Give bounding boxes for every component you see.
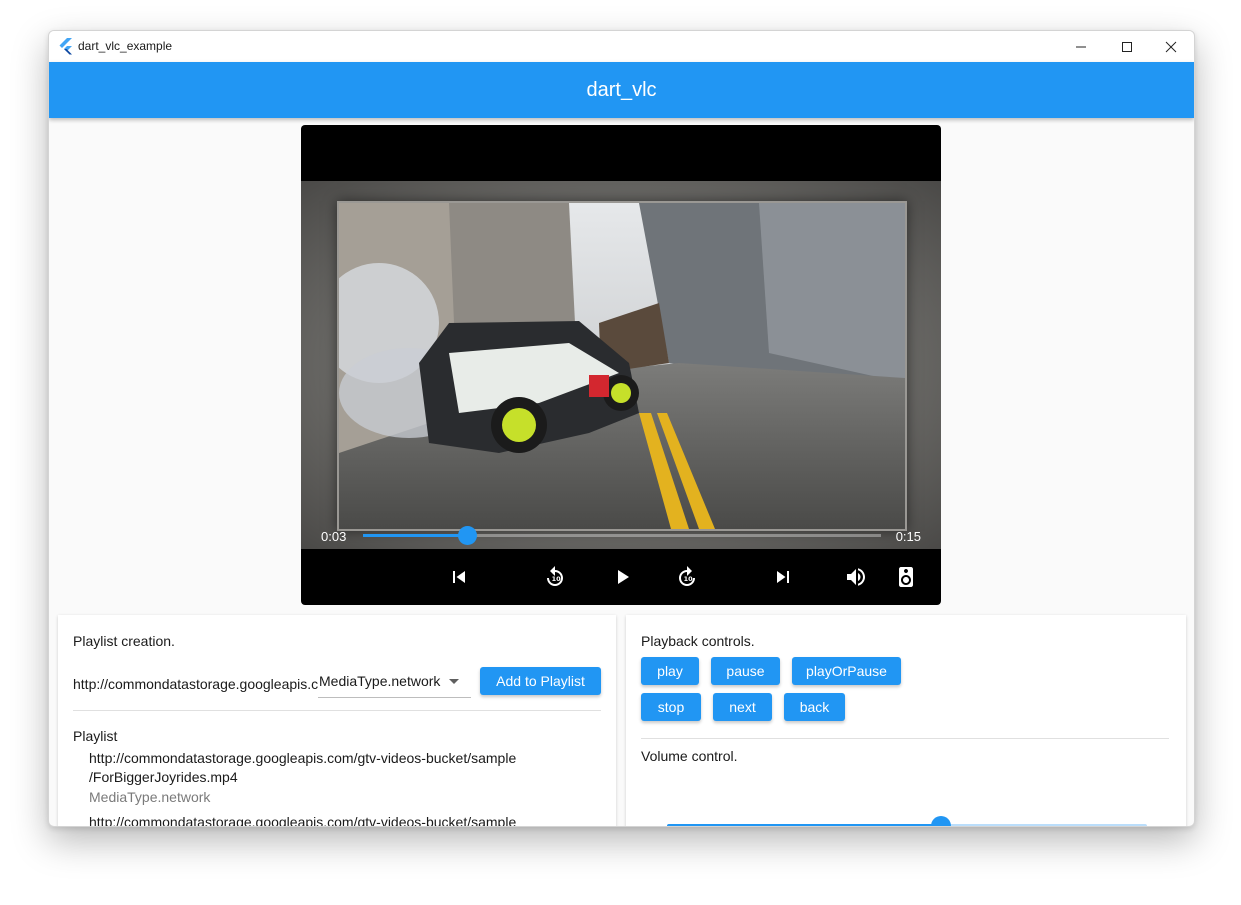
video-player[interactable]: 0:03 0:15 10 10: [301, 125, 941, 605]
speaker-button[interactable]: [890, 561, 922, 593]
replay-10-icon: 10: [547, 566, 563, 586]
play-or-pause-control-button[interactable]: playOrPause: [792, 657, 901, 685]
playlist-label: Playlist: [73, 728, 118, 744]
current-time: 0:03: [321, 529, 347, 544]
media-type-dropdown[interactable]: MediaType.network: [318, 667, 471, 698]
skip-previous-button[interactable]: [443, 561, 475, 593]
maximize-button[interactable]: [1104, 31, 1150, 62]
divider: [641, 738, 1169, 739]
volume-slider[interactable]: [667, 816, 1147, 826]
play-icon: [618, 570, 629, 584]
total-duration: 0:15: [895, 529, 921, 544]
video-frame[interactable]: [301, 181, 941, 549]
svg-text:10: 10: [552, 575, 562, 583]
speaker-icon: [899, 567, 913, 587]
app-window: dart_vlc_example dart_vlc 0:03 0:15 10 1…: [48, 30, 1195, 827]
playlist-item-type: MediaType.network: [89, 789, 211, 805]
playlist-item-url: http://commondatastorage.googleapis.com/…: [89, 814, 517, 827]
video-content: [337, 201, 907, 531]
skip-next-button[interactable]: [767, 561, 799, 593]
seek-bar-progress: [363, 534, 467, 537]
volume-icon: [847, 568, 865, 586]
close-icon: [1165, 41, 1177, 52]
pause-control-button[interactable]: pause: [711, 657, 780, 685]
volume-slider-fill: [667, 824, 941, 826]
replay-10-button[interactable]: 10: [539, 561, 571, 593]
svg-text:10: 10: [684, 575, 694, 583]
minimize-icon: [1076, 46, 1086, 47]
playback-controls-card: Playback controls. play pause playOrPaus…: [626, 615, 1186, 826]
minimize-button[interactable]: [1058, 31, 1104, 62]
seek-bar-thumb[interactable]: [457, 526, 477, 545]
next-control-button[interactable]: next: [713, 693, 772, 721]
close-button[interactable]: [1148, 31, 1194, 62]
back-control-button[interactable]: back: [784, 693, 845, 721]
skip-next-icon: [777, 571, 789, 583]
forward-10-button[interactable]: 10: [671, 561, 703, 593]
forward-10-icon: 10: [679, 566, 695, 586]
skip-previous-icon: [453, 571, 465, 583]
playlist-item-url-continued: /ForBiggerJoyrides.mp4: [89, 769, 238, 785]
stop-control-button[interactable]: stop: [641, 693, 701, 721]
playlist-creation-card: Playlist creation. MediaType.network Add…: [58, 615, 616, 827]
media-type-value: MediaType.network: [319, 673, 441, 689]
playback-controls-label: Playback controls.: [641, 633, 755, 649]
maximize-icon: [1122, 41, 1132, 52]
volume-button[interactable]: [840, 561, 872, 593]
dropdown-arrow-icon: [449, 679, 459, 684]
flutter-logo-icon: [59, 38, 72, 55]
add-to-playlist-button[interactable]: Add to Playlist: [480, 667, 601, 695]
title-bar[interactable]: dart_vlc_example: [49, 31, 1194, 62]
playlist-item-url: http://commondatastorage.googleapis.com/…: [89, 750, 517, 766]
seek-bar[interactable]: [363, 526, 881, 545]
video-frame-image: [339, 203, 905, 529]
media-url-input[interactable]: [73, 672, 318, 696]
app-bar: dart_vlc: [49, 62, 1194, 118]
play-control-button[interactable]: play: [641, 657, 699, 685]
window-title: dart_vlc_example: [78, 39, 173, 53]
volume-slider-thumb[interactable]: [930, 816, 951, 826]
playlist-creation-label: Playlist creation.: [73, 633, 175, 649]
player-controls: 10 10: [301, 549, 941, 605]
volume-control-label: Volume control.: [641, 748, 738, 764]
play-button[interactable]: [606, 561, 638, 593]
divider: [73, 710, 601, 711]
app-bar-title: dart_vlc: [586, 78, 657, 101]
